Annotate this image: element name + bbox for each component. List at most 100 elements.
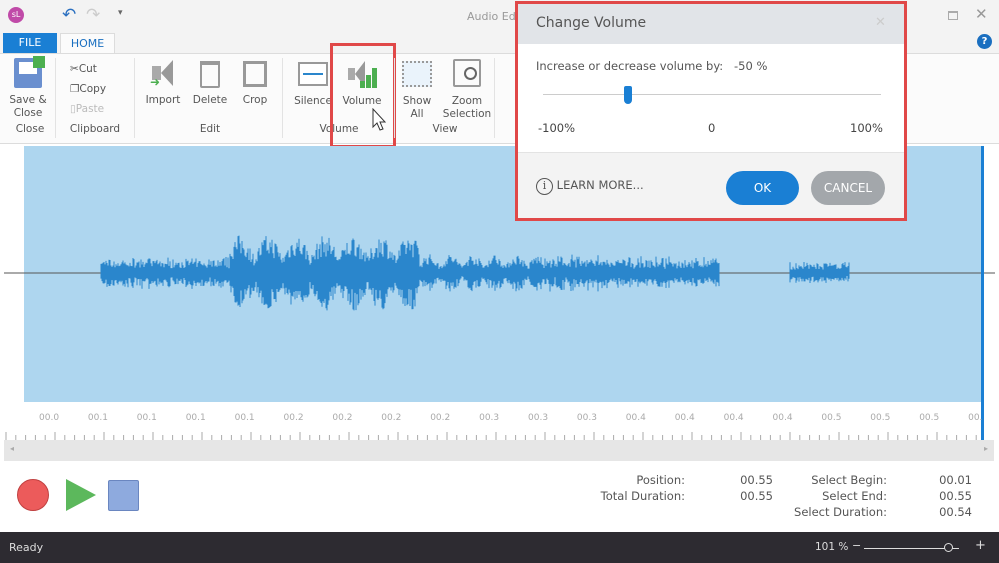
ok-button[interactable]: OK: [726, 171, 799, 205]
paste-button[interactable]: ▯Paste: [70, 103, 104, 116]
ruler-label: 00.0: [39, 413, 60, 423]
close-icon[interactable]: ✕: [975, 5, 988, 23]
separator: [134, 58, 135, 138]
ruler-label: 00.5: [919, 413, 940, 423]
ruler-label: 00.1: [87, 413, 108, 423]
cancel-button[interactable]: CANCEL: [811, 171, 885, 205]
ruler-label: 00.2: [332, 413, 353, 423]
import-button[interactable]: ➜ Import: [143, 58, 183, 107]
copy-label: Copy: [79, 83, 107, 95]
ruler-label: 00.1: [136, 413, 157, 423]
zoom-selection-label: Zoom Selection: [442, 95, 492, 120]
crop-button[interactable]: Crop: [235, 58, 275, 107]
ruler-label: 00.: [968, 413, 983, 423]
volume-slider-track[interactable]: [543, 94, 881, 95]
delete-label: Delete: [192, 94, 228, 106]
import-label: Import: [145, 94, 181, 106]
ruler-label: 00.4: [674, 413, 695, 423]
learn-more-link[interactable]: i LEARN MORE...: [536, 178, 644, 195]
zoom-slider-thumb[interactable]: [943, 543, 953, 552]
ruler-label: 00.3: [576, 413, 597, 423]
silence-label: Silence: [294, 95, 332, 107]
trash-icon: [200, 61, 220, 88]
separator: [494, 58, 495, 138]
group-edit-label: Edit: [199, 123, 221, 135]
ruler-label: 00.5: [821, 413, 842, 423]
crop-icon: [243, 61, 267, 87]
play-button[interactable]: [66, 479, 96, 511]
playhead[interactable]: [981, 146, 984, 440]
slider-mid-label: 0: [708, 121, 716, 135]
redo-icon[interactable]: ↷: [86, 5, 100, 25]
volume-prompt: Increase or decrease volume by:: [536, 59, 724, 73]
customize-icon[interactable]: ▾: [118, 8, 123, 18]
scroll-left-icon[interactable]: ◂: [10, 444, 14, 453]
position-label: Position:: [636, 473, 685, 487]
maximize-icon[interactable]: [948, 11, 958, 20]
ruler-label: 00.2: [283, 413, 304, 423]
ruler-label: 00.5: [870, 413, 891, 423]
volume-slider-thumb[interactable]: [623, 86, 632, 104]
zoom-selection-button[interactable]: Zoom Selection: [442, 58, 492, 121]
volume-value: -50 %: [734, 59, 768, 73]
show-all-icon: [402, 61, 432, 87]
dialog-footer: i LEARN MORE... OK CANCEL: [518, 152, 904, 218]
dialog-header: Change Volume ✕: [518, 4, 904, 44]
cut-label: Cut: [78, 63, 97, 75]
record-button[interactable]: [17, 479, 49, 511]
zoom-in-button[interactable]: +: [975, 538, 986, 553]
select-begin-label: Select Begin:: [811, 473, 887, 487]
window-title: Audio Ed: [467, 10, 516, 23]
silence-icon: [298, 62, 328, 86]
ruler-label: 00.4: [772, 413, 793, 423]
ruler-label: 00.4: [625, 413, 646, 423]
select-duration-value: 00.54: [939, 505, 972, 519]
select-duration-label: Select Duration:: [794, 505, 887, 519]
horizontal-scrollbar[interactable]: ◂ ▸: [4, 440, 994, 461]
group-view-label: View: [432, 123, 458, 135]
delete-button[interactable]: Delete: [190, 58, 230, 107]
ruler-label: 00.1: [234, 413, 255, 423]
save-close-button[interactable]: Save & Close: [8, 56, 48, 120]
zoom-selection-icon: [453, 59, 481, 87]
copy-icon: ❐: [70, 83, 80, 95]
undo-icon[interactable]: ↶: [62, 5, 76, 25]
zoom-out-button[interactable]: −: [852, 539, 861, 552]
scissors-icon: ✂: [70, 63, 79, 75]
status-bar: Ready 101 % − +: [0, 532, 999, 563]
info-icon: i: [536, 178, 553, 195]
select-end-value: 00.55: [939, 489, 972, 503]
tab-file[interactable]: FILE: [3, 33, 57, 53]
scroll-right-icon[interactable]: ▸: [984, 444, 988, 453]
group-clipboard-label: Clipboard: [69, 123, 121, 135]
ruler-label: 00.3: [528, 413, 549, 423]
save-close-label: Save & Close: [9, 94, 47, 119]
slider-min-label: -100%: [538, 121, 576, 135]
group-close-label: Close: [15, 123, 45, 135]
stop-button[interactable]: [108, 480, 139, 511]
cut-button[interactable]: ✂Cut: [70, 63, 97, 76]
show-all-button[interactable]: Show All: [397, 58, 437, 121]
status-text: Ready: [9, 541, 44, 554]
paste-label: Paste: [75, 103, 105, 115]
total-duration-label: Total Duration:: [600, 489, 685, 503]
select-end-label: Select End:: [822, 489, 887, 503]
slider-max-label: 100%: [850, 121, 883, 135]
ruler-label: 00.2: [381, 413, 402, 423]
speaker-import-icon: ➜: [148, 58, 178, 89]
crop-label: Crop: [242, 94, 268, 106]
tab-home[interactable]: HOME: [60, 33, 115, 53]
separator: [282, 58, 283, 138]
separator: [55, 58, 56, 138]
ruler-label: 00.1: [185, 413, 206, 423]
app-logo: sL: [8, 7, 24, 23]
help-icon[interactable]: ?: [977, 34, 992, 49]
dialog-title: Change Volume: [536, 15, 647, 31]
ruler-label: 00.2: [430, 413, 451, 423]
separator: [394, 58, 395, 138]
copy-button[interactable]: ❐Copy: [70, 83, 106, 96]
ruler-label: 00.4: [723, 413, 744, 423]
silence-button[interactable]: Silence: [292, 58, 334, 108]
dialog-close-icon[interactable]: ✕: [875, 15, 886, 30]
save-icon: [14, 56, 45, 88]
